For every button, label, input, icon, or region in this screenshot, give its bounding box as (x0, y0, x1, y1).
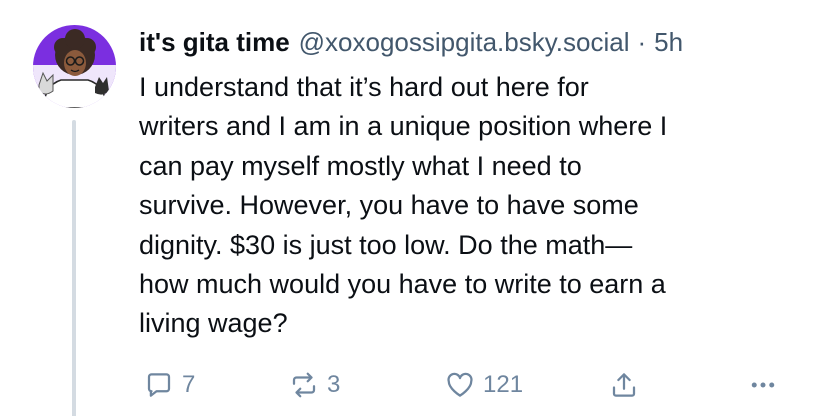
display-name[interactable]: it's gita time (139, 22, 290, 62)
avatar-image (33, 25, 116, 108)
share-icon (612, 373, 636, 397)
share-button[interactable] (609, 365, 639, 405)
reply-count: 7 (182, 371, 196, 398)
post-text-line: how much would you have to write to earn… (139, 269, 666, 300)
post-text: I understand that it’s hard out here for… (139, 68, 789, 344)
separator-dot: · (637, 27, 647, 57)
reply-icon (147, 373, 171, 397)
post-text-line: living wage? (139, 308, 288, 339)
post-text-line: can pay myself mostly what I need to (139, 150, 582, 181)
post-text-line: survive. However, you have to have some (139, 190, 639, 221)
more-options-button[interactable] (748, 365, 778, 405)
heart-icon (447, 372, 473, 397)
avatar[interactable] (33, 25, 116, 108)
post-text-line: I understand that it’s hard out here for (139, 72, 589, 102)
post-text-line: dignity. $30 is just too low. Do the mat… (139, 229, 633, 260)
repost-button[interactable]: 3 (289, 365, 340, 405)
post-time[interactable]: 5h (654, 22, 683, 62)
like-button[interactable]: 121 (445, 365, 523, 405)
post[interactable]: it's gita time @xoxogossipgita.bsky.soci… (0, 0, 828, 416)
post-text-line: writers and I am in a unique position wh… (139, 111, 668, 142)
thread-line (72, 120, 76, 416)
more-icon (751, 382, 775, 388)
handle[interactable]: @xoxogossipgita.bsky.social (299, 22, 630, 62)
post-actions: 7 3 121 (139, 365, 799, 405)
post-header: it's gita time @xoxogossipgita.bsky.soci… (139, 22, 809, 62)
reply-button[interactable]: 7 (144, 365, 195, 405)
post-content: it's gita time @xoxogossipgita.bsky.soci… (139, 22, 809, 344)
repost-icon (292, 372, 316, 398)
like-count: 121 (483, 371, 524, 398)
repost-count: 3 (327, 371, 341, 398)
